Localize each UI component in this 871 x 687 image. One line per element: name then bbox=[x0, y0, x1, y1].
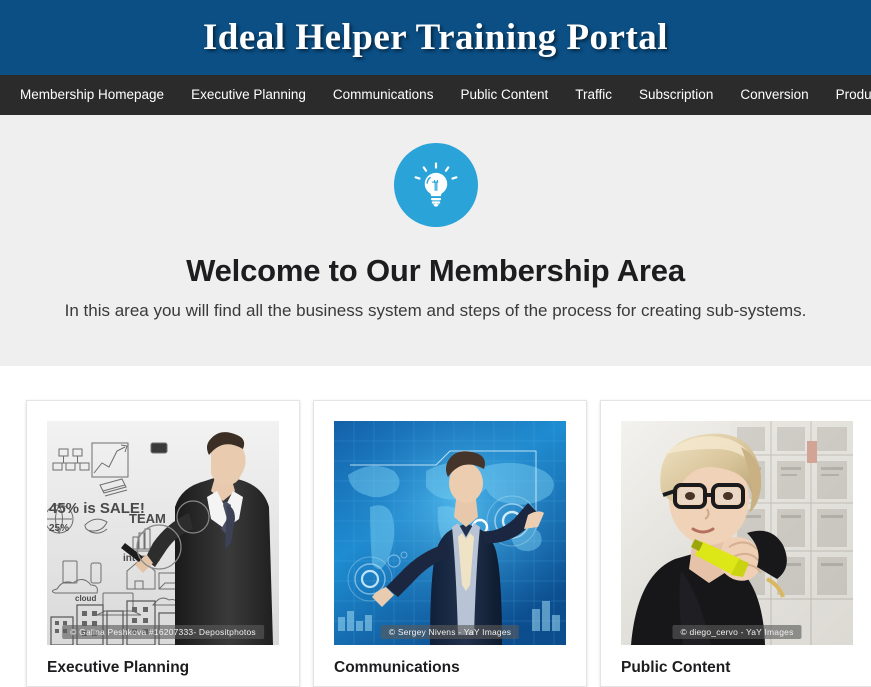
nav-item-communications[interactable]: Communications bbox=[333, 88, 434, 102]
cards-grid: 45% is SALE! 25% TEAM internet cloud bbox=[0, 366, 871, 687]
hero-section: Welcome to Our Membership Area In this a… bbox=[0, 115, 871, 366]
hero-subtitle: In this area you will find all the busin… bbox=[64, 301, 807, 320]
card-communications[interactable]: © Sergey Nivens - YaY Images Communicati… bbox=[313, 400, 587, 687]
image-credit: © Galina Peshkova #16207333- Depositphot… bbox=[62, 625, 264, 639]
nav-item-traffic[interactable]: Traffic bbox=[575, 88, 612, 102]
image-credit: © Sergey Nivens - YaY Images bbox=[380, 625, 520, 639]
svg-text:TEAM: TEAM bbox=[129, 511, 166, 526]
card-title-public-content: Public Content bbox=[621, 659, 731, 676]
image-credit: © diego_cervo - YaY Images bbox=[672, 625, 802, 639]
nav-item-conversion[interactable]: Conversion bbox=[740, 88, 808, 102]
card-executive-planning[interactable]: 45% is SALE! 25% TEAM internet cloud bbox=[26, 400, 300, 687]
svg-text:25%: 25% bbox=[49, 523, 69, 534]
businessman-drawing-diagrams-photo[interactable]: 45% is SALE! 25% TEAM internet cloud bbox=[47, 421, 279, 645]
card-title-communications: Communications bbox=[334, 659, 460, 676]
nav-item-public-content[interactable]: Public Content bbox=[460, 88, 548, 102]
site-header: Ideal Helper Training Portal bbox=[0, 0, 871, 75]
lightbulb-icon bbox=[393, 143, 478, 227]
svg-text:cloud: cloud bbox=[75, 594, 96, 603]
card-public-content[interactable]: © diego_cervo - YaY Images Public Conten… bbox=[600, 400, 871, 687]
main-navigation: Membership Homepage Executive Planning C… bbox=[0, 75, 871, 115]
businessman-touchscreen-world-map-photo[interactable]: © Sergey Nivens - YaY Images bbox=[334, 421, 566, 645]
nav-item-membership-homepage[interactable]: Membership Homepage bbox=[20, 88, 164, 102]
nav-item-subscription[interactable]: Subscription bbox=[639, 88, 713, 102]
page-title: Ideal Helper Training Portal bbox=[202, 17, 669, 58]
nav-item-executive-planning[interactable]: Executive Planning bbox=[191, 88, 306, 102]
card-title-executive-planning: Executive Planning bbox=[47, 659, 190, 676]
woman-glasses-highlighter-newspapers-photo[interactable]: © diego_cervo - YaY Images bbox=[621, 421, 853, 645]
hero-title: Welcome to Our Membership Area bbox=[186, 253, 685, 288]
nav-item-product-and-delivery[interactable]: Product & delivery bbox=[836, 88, 871, 102]
